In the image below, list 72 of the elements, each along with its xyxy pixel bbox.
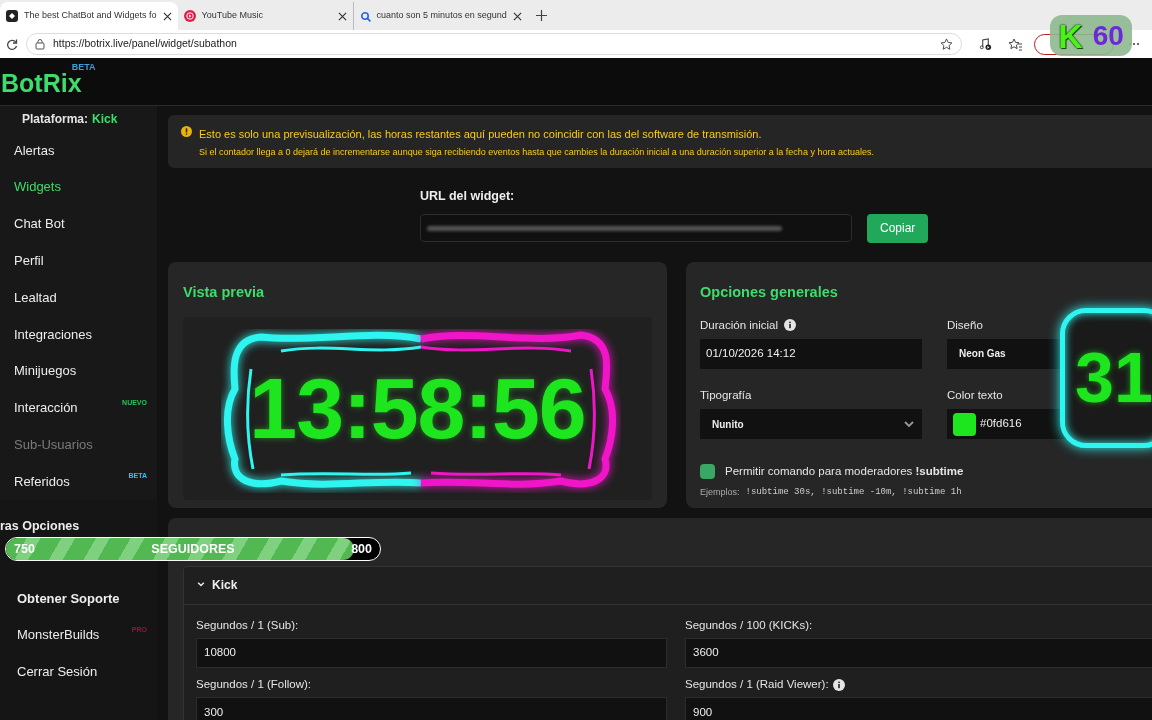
checkbox[interactable] xyxy=(700,464,715,480)
url-field[interactable] xyxy=(420,214,852,243)
badge-count: 60 xyxy=(1092,21,1124,50)
input-field[interactable]: 300 xyxy=(196,697,667,720)
notice-title: Esto es solo una previsualización, las horas restantes aquí pueden no coincidir con las del software de transmisión. xyxy=(199,127,763,142)
field-label: Tipografía xyxy=(700,387,752,403)
tab-title: cuanto son 5 minutos en segund xyxy=(376,9,507,23)
new-tab-icon[interactable] xyxy=(535,10,547,21)
chevron-down-icon xyxy=(196,581,206,589)
browser-tab[interactable]: The best ChatBot and Widgets fo xyxy=(0,2,178,30)
field-label: URL del widget: xyxy=(420,188,516,205)
notice-detail: Si el contador llega a 0 dejará de incrementarse aunque siga recibiendo eventos hasta que cambies la duración inicial a una duración superior a la fecha y hora actuales. xyxy=(199,145,874,159)
close-icon[interactable] xyxy=(337,11,347,21)
sidebar-item[interactable]: MonsterBuilds xyxy=(17,625,100,645)
input-field[interactable]: 3600 xyxy=(685,638,1152,668)
lock-icon xyxy=(35,38,45,50)
platform-name: Kick xyxy=(92,111,118,128)
sidebar-item[interactable]: Chat Bot xyxy=(14,214,65,234)
close-icon[interactable] xyxy=(162,11,172,21)
sidebar-item: Sub-Usuarios xyxy=(14,436,93,454)
sidebar-item[interactable]: Integraciones xyxy=(14,324,93,345)
command-examples: !subtime 30s, !subtime -10m, !subtime 1h xyxy=(745,486,962,500)
card-title: Opciones generales xyxy=(700,282,839,302)
star-icon[interactable] xyxy=(940,37,953,51)
favorites-icon[interactable] xyxy=(1008,37,1022,51)
sidebar-item[interactable]: Interacción xyxy=(14,398,78,418)
goal-start: 750 xyxy=(14,540,35,558)
close-icon[interactable] xyxy=(512,11,522,21)
field-label: Color texto xyxy=(947,387,1003,403)
music-icon[interactable] xyxy=(979,37,992,51)
field-label: Segundos / 1 (Raid Viewer): xyxy=(685,677,829,692)
field-label: Segundos / 100 (KICKs): xyxy=(685,617,813,633)
field-label: Segundos / 1 (Follow): xyxy=(196,677,312,692)
input-field[interactable]: 900 xyxy=(685,697,1152,720)
sidebar-item[interactable]: Minijuegos xyxy=(14,361,77,381)
reload-icon[interactable] xyxy=(6,38,18,50)
timer-digits: 31 xyxy=(1075,343,1152,413)
input-field[interactable]: 01/10/2026 14:12 xyxy=(700,338,922,369)
beta-label: BETA xyxy=(71,60,96,73)
music-icon xyxy=(183,10,196,22)
examples-label: Ejemplos: xyxy=(700,486,740,500)
field-label: Duración inicial xyxy=(700,317,778,333)
browser-tab[interactable]: YouTube Music xyxy=(177,2,353,30)
color-swatch[interactable] xyxy=(953,412,976,436)
sidebar-item[interactable]: Perfil xyxy=(14,251,44,271)
url-text: https://botrix.live/panel/widget/subathon xyxy=(53,36,238,52)
sidebar-item[interactable]: Obtener Soporte xyxy=(17,588,120,609)
accordion-header[interactable]: Kick xyxy=(184,566,1152,605)
search-icon xyxy=(359,10,371,22)
platform-label: Plataforma: xyxy=(22,111,89,128)
input-field[interactable]: 10800 xyxy=(196,638,667,668)
field-label: Diseño xyxy=(947,317,983,333)
field-label: Segundos / 1 (Sub): xyxy=(196,617,299,633)
warning-icon xyxy=(181,126,192,137)
sidebar-item[interactable]: Referidos xyxy=(14,471,70,492)
tab-title: The best ChatBot and Widgets fo xyxy=(24,9,157,23)
card-title: Vista previa xyxy=(183,282,266,302)
badge-letter: K xyxy=(1058,18,1083,53)
sidebar-item[interactable]: Cerrar Sesión xyxy=(17,662,98,682)
goal-label: SEGUIDORES xyxy=(151,540,235,558)
checkbox-label: Permitir comando para moderadores !subtime xyxy=(725,464,964,479)
sidebar-item[interactable]: Widgets xyxy=(14,177,61,197)
info-icon[interactable] xyxy=(832,678,845,691)
select-field[interactable]: Nunito xyxy=(700,409,922,439)
sidebar-item[interactable]: Lealtad xyxy=(14,287,57,308)
chevron-down-icon xyxy=(904,420,914,428)
sidebar-item[interactable]: Alertas xyxy=(14,140,55,161)
app-icon xyxy=(6,10,18,22)
section-heading: ras Opciones xyxy=(0,518,80,534)
info-icon[interactable] xyxy=(784,319,796,332)
countdown-timer: 13:58:56 xyxy=(249,365,586,451)
tab-title: YouTube Music xyxy=(201,9,264,23)
